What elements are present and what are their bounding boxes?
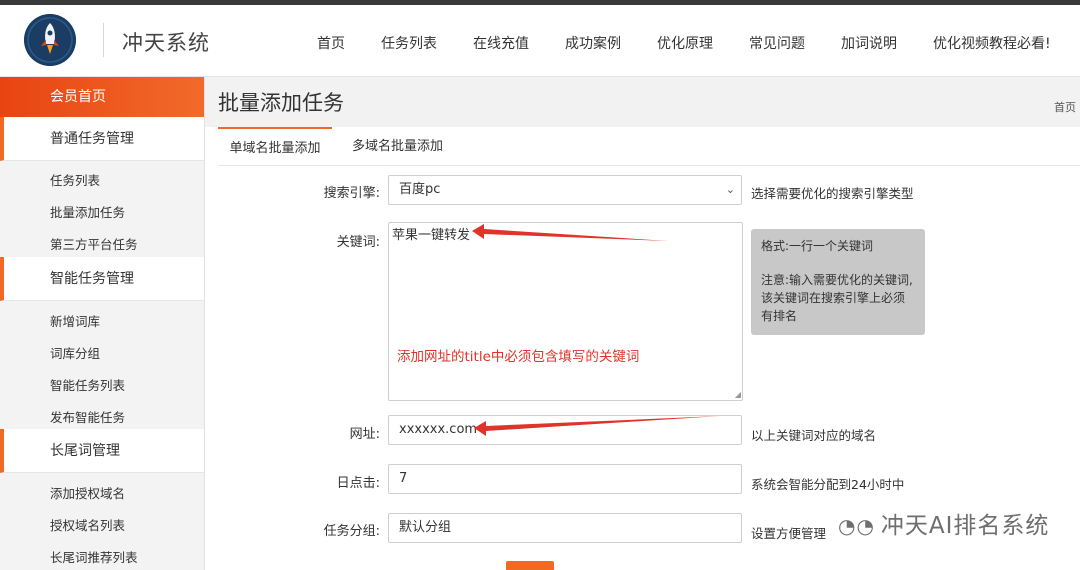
sidebar-group-normal-tasks[interactable]: 普通任务管理 — [0, 117, 204, 161]
nav-principle[interactable]: 优化原理 — [657, 33, 713, 53]
clicks-label: 日点击: — [336, 476, 380, 491]
note-format-line: 格式:一行一个关键词 — [761, 239, 874, 253]
keywords-textarea[interactable]: 苹果一键转发 ◢ — [388, 222, 743, 401]
clicks-hint: 系统会智能分配到24小时中 — [751, 477, 905, 492]
chevron-down-icon: ⌄ — [725, 183, 735, 196]
sidebar-item-task-list[interactable]: 任务列表 — [50, 170, 100, 189]
nav-faq[interactable]: 常见问题 — [749, 33, 805, 53]
keywords-label: 关键词: — [336, 235, 380, 250]
sidebar-item-member-home[interactable]: 会员首页 — [0, 77, 204, 117]
tab-bar: 单域名批量添加 多域名批量添加 — [218, 127, 1080, 166]
engine-label: 搜索引擎: — [323, 186, 380, 201]
sidebar: 会员首页 普通任务管理 任务列表 批量添加任务 第三方平台任务 智能任务管理 新… — [0, 77, 205, 570]
page-header: 批量添加任务 首页 — [205, 77, 1080, 127]
url-hint: 以上关键词对应的域名 — [751, 428, 877, 443]
sidebar-group-long-tail[interactable]: 长尾词管理 — [0, 429, 204, 473]
nav-video-tutorial[interactable]: 优化视频教程必看! — [933, 33, 1051, 53]
sidebar-item-long-tail-recommend[interactable]: 长尾词推荐列表 — [50, 547, 138, 566]
daily-clicks-input[interactable]: 7 — [388, 464, 742, 494]
sidebar-item-third-party-tasks[interactable]: 第三方平台任务 — [50, 234, 138, 253]
watermark: ◔◔ 冲天AI排名系统 — [838, 513, 1050, 539]
sidebar-item-new-lexicon[interactable]: 新增词库 — [50, 311, 100, 330]
keywords-format-note: 格式:一行一个关键词 注意:输入需要优化的关键词,该关键词在搜索引擎上必须有排名 — [751, 229, 925, 335]
url-label: 网址: — [349, 427, 380, 442]
keywords-textarea-value: 苹果一键转发 — [392, 228, 471, 243]
engine-select[interactable]: 百度pc ⌄ — [388, 175, 742, 205]
wechat-icon: ◔◔ — [838, 514, 875, 538]
sidebar-item-lexicon-groups[interactable]: 词库分组 — [50, 343, 100, 362]
sidebar-item-batch-add-task[interactable]: 批量添加任务 — [50, 202, 125, 221]
note-attention-line: 注意:输入需要优化的关键词,该关键词在搜索引擎上必须有排名 — [761, 273, 913, 323]
sidebar-item-smart-task-list[interactable]: 智能任务列表 — [50, 375, 125, 394]
group-label: 任务分组: — [323, 524, 380, 539]
nav-home[interactable]: 首页 — [317, 33, 345, 53]
tab-multi-domain[interactable]: 多域名批量添加 — [352, 127, 443, 164]
tab-single-domain[interactable]: 单域名批量添加 — [218, 127, 332, 166]
engine-hint: 选择需要优化的搜索引擎类型 — [751, 186, 914, 201]
nav-recharge[interactable]: 在线充值 — [473, 33, 529, 53]
sidebar-item-publish-smart-task[interactable]: 发布智能任务 — [50, 407, 125, 426]
nav-keyword-help[interactable]: 加词说明 — [841, 33, 897, 53]
sidebar-group-smart-tasks[interactable]: 智能任务管理 — [0, 257, 204, 301]
submit-button[interactable] — [506, 561, 554, 570]
resize-handle-icon[interactable]: ◢ — [735, 390, 741, 399]
engine-select-value: 百度pc — [399, 182, 441, 197]
logo-divider — [103, 23, 104, 57]
page-title: 批量添加任务 — [218, 91, 344, 115]
sidebar-item-add-authorized-domain[interactable]: 添加授权域名 — [50, 483, 125, 502]
brand-name: 冲天系统 — [122, 31, 210, 55]
group-hint: 设置方便管理 — [751, 526, 827, 541]
breadcrumb[interactable]: 首页 — [1054, 99, 1076, 115]
nav-task-list[interactable]: 任务列表 — [381, 33, 437, 53]
task-group-input[interactable]: 默认分组 — [388, 513, 742, 543]
sidebar-item-authorized-domain-list[interactable]: 授权域名列表 — [50, 515, 125, 534]
annotation-title-requirement: 添加网址的title中必须包含填写的关键词 — [397, 349, 640, 365]
url-input[interactable]: xxxxxx.com — [388, 415, 742, 445]
rocket-logo-icon[interactable] — [24, 14, 76, 66]
header: 冲天系统 首页 任务列表 在线充值 成功案例 优化原理 常见问题 加词说明 优化… — [0, 5, 1080, 77]
nav-cases[interactable]: 成功案例 — [565, 33, 621, 53]
